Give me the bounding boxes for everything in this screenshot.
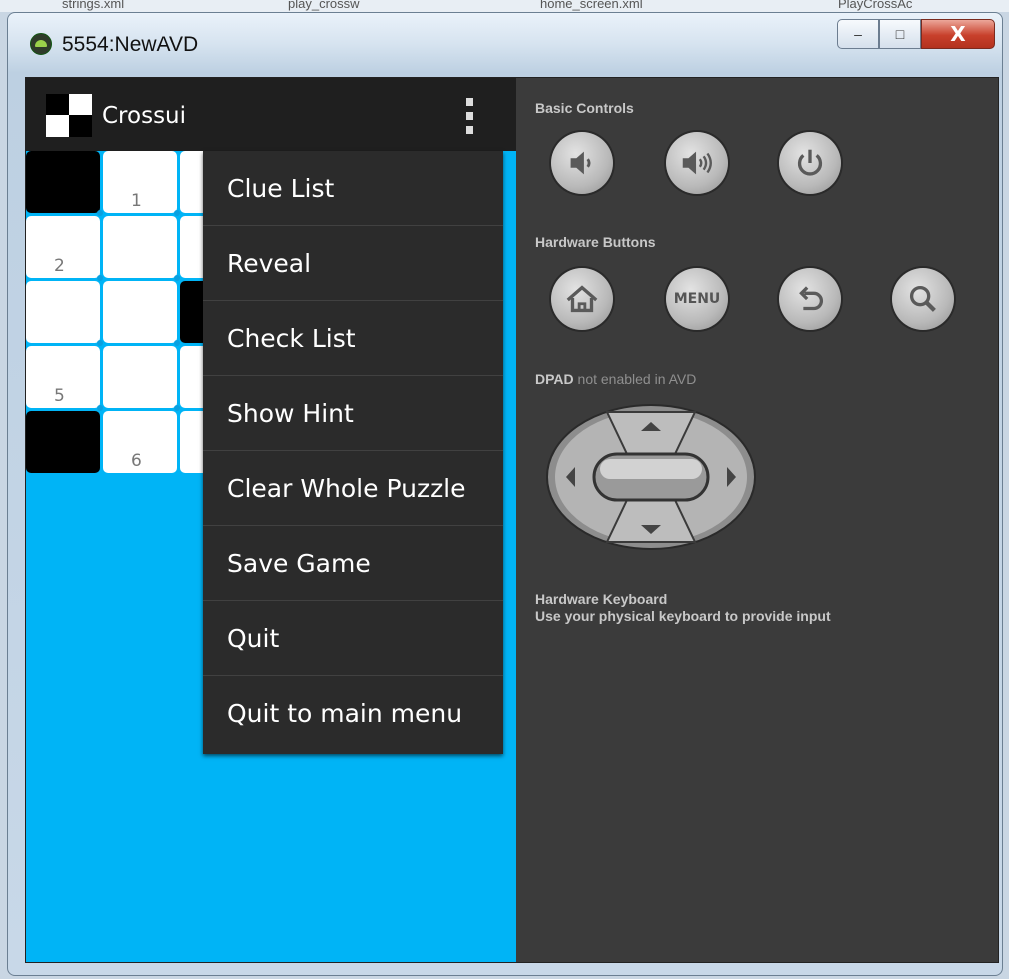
basic-controls-label: Basic Controls — [535, 100, 634, 116]
bg-tab: play_crossw — [288, 0, 360, 11]
maximize-button[interactable]: □ — [879, 19, 921, 49]
volume-up-button[interactable] — [666, 132, 728, 194]
clue-number: 5 — [54, 386, 65, 406]
android-icon — [30, 33, 52, 55]
menu-item-quit-to-main-menu[interactable]: Quit to main menu — [203, 676, 503, 751]
grid-cell[interactable]: 5 — [26, 346, 100, 408]
grid-cell[interactable] — [103, 346, 177, 408]
window-title: 5554:NewAVD — [62, 33, 199, 56]
menu-button[interactable]: MENU — [666, 268, 728, 330]
power-button[interactable] — [779, 132, 841, 194]
grid-node — [174, 275, 180, 281]
grid-cell-black[interactable] — [26, 151, 100, 213]
bg-tab: PlayCrossAc — [838, 0, 913, 11]
clue-number: 1 — [131, 191, 142, 211]
grid-node — [97, 210, 103, 216]
window-controls: – □ X — [837, 19, 995, 49]
home-icon — [566, 285, 598, 313]
menu-item-reveal[interactable]: Reveal — [203, 226, 503, 301]
search-button[interactable] — [892, 268, 954, 330]
emulator-screen: Crossui 1 2 5 6 Clue List Reveal Check L… — [25, 77, 999, 963]
volume-down-icon — [570, 151, 591, 175]
menu-item-check-list[interactable]: Check List — [203, 301, 503, 376]
emulator-controls-panel: Basic Controls Hardware Buttons MENU DPA… — [516, 78, 998, 962]
grid-node — [174, 405, 180, 411]
menu-item-quit[interactable]: Quit — [203, 601, 503, 676]
menu-item-show-hint[interactable]: Show Hint — [203, 376, 503, 451]
close-button[interactable]: X — [921, 19, 995, 49]
grid-node — [97, 340, 103, 346]
grid-cell[interactable] — [103, 216, 177, 278]
overflow-menu-icon[interactable] — [466, 98, 476, 134]
power-icon — [797, 149, 823, 176]
bg-tab: home_screen.xml — [540, 0, 643, 11]
dpad — [546, 404, 756, 550]
grid-cell[interactable]: 2 — [26, 216, 100, 278]
grid-node — [174, 210, 180, 216]
device-screen[interactable]: Crossui 1 2 5 6 Clue List Reveal Check L… — [26, 78, 516, 962]
back-icon — [799, 286, 823, 311]
volume-down-button[interactable] — [551, 132, 613, 194]
grid-cell[interactable] — [26, 281, 100, 343]
volume-up-icon — [682, 151, 712, 175]
app-title: Crossui — [102, 103, 187, 129]
grid-node — [174, 340, 180, 346]
minimize-button[interactable]: – — [837, 19, 879, 49]
crossword-app-icon — [46, 94, 92, 137]
home-button[interactable] — [551, 268, 613, 330]
grid-cell[interactable] — [103, 281, 177, 343]
clue-number: 2 — [54, 256, 65, 276]
hardware-keyboard-title: Hardware Keyboard — [535, 591, 668, 607]
grid-node — [97, 405, 103, 411]
bg-tab: strings.xml — [62, 0, 125, 11]
dpad-label: DPAD not enabled in AVD — [535, 371, 696, 387]
search-icon — [909, 285, 936, 312]
grid-cell[interactable]: 6 — [103, 411, 177, 473]
grid-node — [97, 275, 103, 281]
clue-number: 6 — [131, 451, 142, 471]
background-tabs: strings.xml play_crossw home_screen.xml … — [0, 0, 1009, 12]
action-bar: Crossui — [26, 78, 516, 151]
emulator-window: 5554:NewAVD – □ X Crossui 1 2 5 6 Clue L… — [7, 12, 1003, 976]
dpad-label-prefix: DPAD — [535, 371, 574, 387]
menu-item-save-game[interactable]: Save Game — [203, 526, 503, 601]
grid-cell-black[interactable] — [26, 411, 100, 473]
grid-cell[interactable]: 1 — [103, 151, 177, 213]
title-bar[interactable]: 5554:NewAVD – □ X — [8, 13, 1002, 77]
options-menu: Clue List Reveal Check List Show Hint Cl… — [203, 151, 503, 754]
hardware-buttons-label: Hardware Buttons — [535, 234, 656, 250]
hardware-keyboard-desc: Use your physical keyboard to provide in… — [535, 608, 831, 624]
dpad-label-suffix: not enabled in AVD — [573, 371, 697, 387]
menu-item-clear-whole-puzzle[interactable]: Clear Whole Puzzle — [203, 451, 503, 526]
back-button[interactable] — [779, 268, 841, 330]
menu-key-label: MENU — [673, 291, 721, 307]
menu-item-clue-list[interactable]: Clue List — [203, 151, 503, 226]
